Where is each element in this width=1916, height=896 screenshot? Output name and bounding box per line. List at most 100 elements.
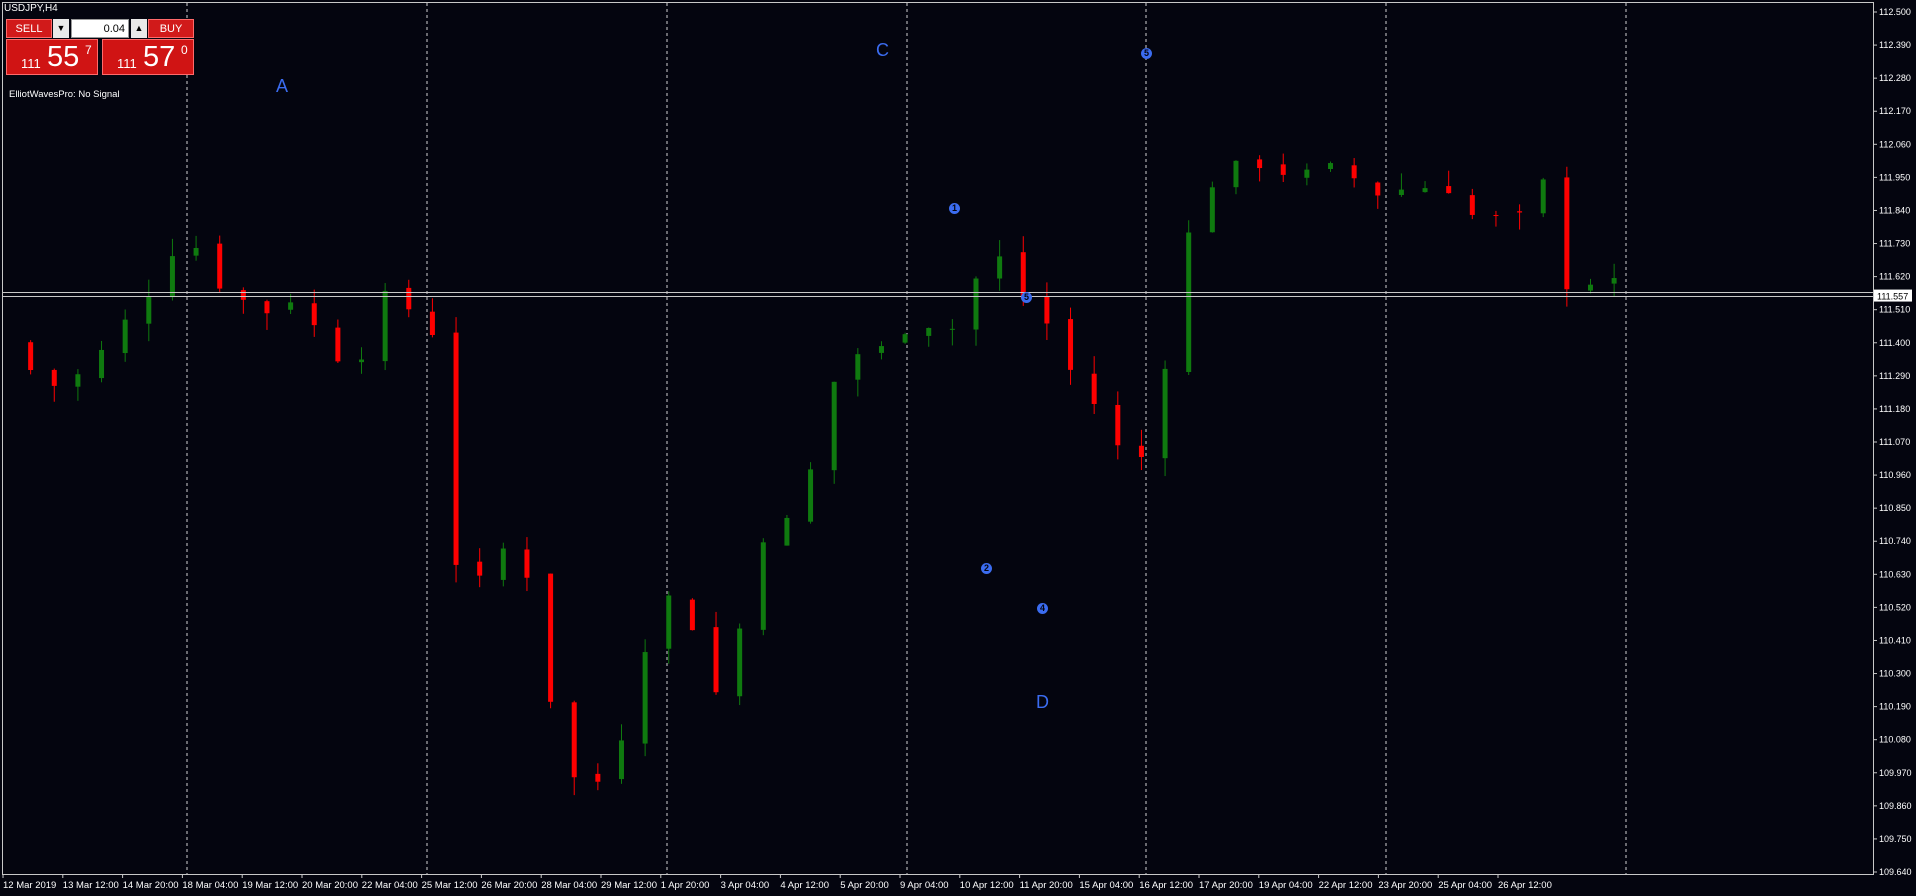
candle-body (1044, 296, 1050, 324)
candle (240, 287, 246, 314)
price-axis: 112.500 112.390 112.280 112.170 112.060 111.9… (1873, 7, 1912, 877)
candle (1257, 155, 1263, 182)
lot-size-input[interactable]: 0.04 (71, 19, 129, 38)
candle-body (453, 332, 459, 565)
candle (75, 369, 81, 401)
candle (1398, 173, 1404, 197)
candle-body (1422, 188, 1428, 193)
lot-increase-button[interactable]: ▲ (131, 19, 147, 38)
price-tick-label: 109.640 (1879, 867, 1912, 877)
wave-label-4: 4 (1037, 603, 1048, 614)
time-tick-label: 1 Apr 20:00 (661, 880, 710, 891)
candle-body (1446, 186, 1452, 194)
chart-window[interactable]: 112.500 112.390 112.280 112.170 112.060 111.9… (0, 0, 1916, 896)
candle-body (713, 627, 719, 693)
candle-body (382, 290, 388, 362)
price-tick-label: 112.170 (1879, 106, 1911, 116)
candle (1493, 210, 1499, 227)
candle-body (784, 517, 790, 546)
candle (1044, 282, 1050, 340)
chart-title: USDJPY,H4 (4, 3, 58, 14)
candle-body (1115, 404, 1121, 446)
time-tick-label: 26 Mar 20:00 (481, 880, 537, 891)
candle-body (217, 243, 223, 289)
buy-button[interactable]: BUY (148, 19, 194, 38)
candle-body (1540, 179, 1546, 214)
wave-label-2: 2 (981, 563, 992, 574)
candle (689, 598, 695, 631)
buy-price-small: 111 (117, 56, 137, 71)
candle (1469, 188, 1475, 220)
time-tick-label: 18 Mar 04:00 (182, 880, 238, 891)
candle (122, 309, 128, 362)
plot-frame (2, 2, 1874, 875)
indicator-status: ElliotWavesPro: No Signal (9, 89, 120, 100)
candle-body (1280, 164, 1286, 175)
candle (784, 514, 790, 546)
candle (1186, 220, 1192, 376)
lot-decrease-button[interactable]: ▼ (53, 19, 69, 38)
candle-body (1091, 373, 1097, 404)
price-tick-label: 109.860 (1879, 801, 1912, 811)
time-tick-label: 12 Mar 2019 (3, 880, 56, 891)
candle-body (571, 702, 577, 778)
candle-body (99, 349, 105, 379)
candle-body (831, 381, 837, 471)
candle (548, 573, 554, 709)
time-tick-label: 25 Mar 12:00 (422, 880, 478, 891)
candle-body (1186, 232, 1192, 373)
time-tick-label: 11 Apr 20:00 (1020, 880, 1073, 891)
price-tick-label: 112.390 (1879, 40, 1911, 50)
candle (1611, 263, 1617, 297)
wave-label-5-top: 5 (1141, 48, 1152, 59)
candle (926, 327, 932, 347)
time-tick-label: 23 Apr 20:00 (1378, 880, 1432, 891)
candle (949, 319, 955, 346)
sell-price-sup: 7 (85, 43, 92, 57)
candle-body (997, 256, 1003, 279)
candle-body (477, 561, 483, 576)
time-tick-label: 25 Apr 04:00 (1438, 880, 1492, 891)
buy-price-button[interactable]: 111 57 0 (102, 39, 194, 75)
candle-body (51, 369, 57, 386)
time-tick-label: 28 Mar 04:00 (541, 880, 597, 891)
candle-body (1398, 189, 1404, 195)
time-tick-label: 26 Apr 12:00 (1498, 880, 1552, 891)
time-tick-label: 22 Apr 12:00 (1319, 880, 1373, 891)
buy-price-big: 57 (143, 41, 176, 73)
candle (973, 276, 979, 346)
candle (524, 537, 530, 592)
candle (571, 700, 577, 796)
candle (902, 332, 908, 344)
price-tick-label: 111.400 (1879, 338, 1910, 348)
price-chart[interactable]: 112.500 112.390 112.280 112.170 112.060 111.9… (0, 0, 1916, 896)
candle (878, 341, 884, 360)
candle-body (1233, 160, 1239, 188)
candle (429, 298, 435, 338)
price-tick-label: 111.510 (1879, 305, 1910, 315)
sell-price-small: 111 (21, 56, 41, 71)
candle (193, 235, 199, 261)
candle (453, 317, 459, 583)
candle-body (122, 319, 128, 354)
candle-body (1351, 165, 1357, 179)
candle-body (75, 374, 81, 387)
price-tick-label: 110.960 (1879, 470, 1911, 480)
candle-body (500, 548, 506, 580)
price-tick-label: 109.750 (1879, 834, 1912, 844)
price-tick-label: 110.190 (1879, 702, 1911, 712)
sell-button[interactable]: SELL (6, 19, 52, 38)
candle (713, 611, 719, 695)
wave-label-d: D (1036, 692, 1049, 712)
candle (618, 724, 624, 784)
price-tick-label: 111.730 (1879, 239, 1910, 249)
candle-body (1564, 177, 1570, 290)
candle-body (737, 628, 743, 697)
price-tick-label: 110.410 (1879, 635, 1911, 645)
candle-body (548, 573, 554, 702)
sell-price-button[interactable]: 111 55 7 (6, 39, 98, 75)
candle (1446, 170, 1452, 194)
candle (997, 240, 1003, 291)
candle (808, 462, 814, 524)
candle-body (240, 290, 246, 300)
